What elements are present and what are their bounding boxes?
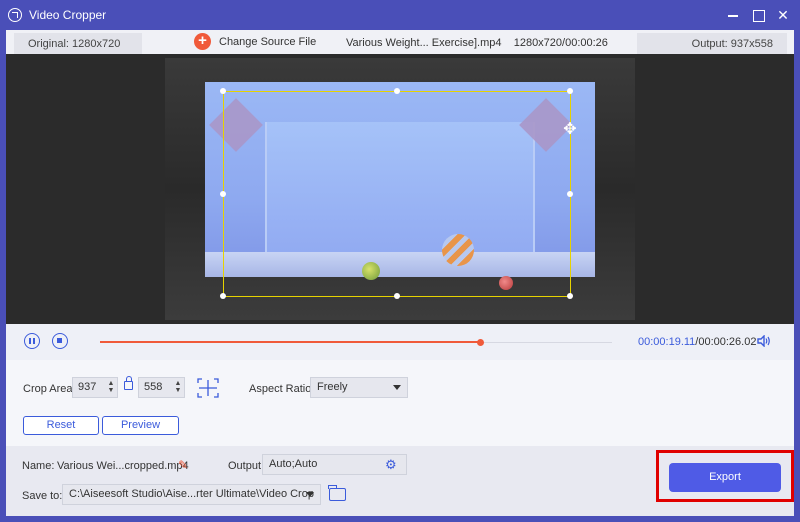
change-source-label: Change Source File: [219, 35, 317, 48]
minimize-button[interactable]: [724, 6, 742, 24]
volume-icon[interactable]: [757, 335, 771, 347]
name-label: Name:: [22, 460, 55, 472]
aspect-ratio-select[interactable]: Freely: [310, 377, 408, 398]
crop-width-value: 937: [78, 381, 97, 393]
gear-icon[interactable]: ⚙: [385, 458, 398, 471]
spin-up-icon[interactable]: ▲: [174, 380, 182, 387]
crop-handle-top-center[interactable]: [394, 88, 400, 94]
crop-handle-top-right[interactable]: [567, 88, 573, 94]
aspect-ratio-value: Freely: [317, 381, 348, 393]
playback-bar: 00:00:19.11/00:00:26.02: [6, 324, 794, 360]
output-label: Output:: [228, 460, 265, 472]
total-time: /00:00:26.02: [695, 336, 757, 348]
crop-handle-middle-left[interactable]: [220, 191, 226, 197]
crop-height-value: 558: [144, 381, 163, 393]
move-cursor-icon: ✥: [563, 121, 577, 138]
progress-knob[interactable]: [476, 339, 484, 346]
save-to-label: Save to:: [22, 490, 63, 502]
edit-name-icon[interactable]: ✎: [178, 459, 190, 471]
title-bar: Video Cropper ✕: [0, 0, 800, 30]
lock-icon[interactable]: [124, 376, 133, 390]
main-panel: Original: 1280x720 + Change Source File …: [6, 30, 794, 516]
original-resolution-label: Original: 1280x720: [14, 33, 142, 54]
aspect-ratio-label: Aspect Ratio:: [249, 383, 315, 395]
chevron-down-icon: [306, 492, 314, 497]
window-title: Video Cropper: [29, 8, 107, 22]
current-time: 00:00:19.11: [638, 336, 696, 348]
crop-height-stepper[interactable]: ▲ ▼: [174, 380, 182, 395]
time-readout: 00:00:19.11/00:00:26.02: [638, 336, 756, 348]
change-source-file-button[interactable]: + Change Source File: [194, 33, 316, 50]
reset-button[interactable]: Reset: [23, 416, 99, 435]
close-button[interactable]: ✕: [774, 6, 792, 24]
spin-down-icon[interactable]: ▼: [174, 387, 182, 394]
crop-height-input[interactable]: 558 ▲ ▼: [138, 377, 185, 398]
crop-width-stepper[interactable]: ▲ ▼: [107, 380, 115, 395]
spin-down-icon[interactable]: ▼: [107, 387, 115, 394]
output-format-field[interactable]: Auto;Auto ⚙: [262, 454, 407, 475]
stop-button[interactable]: [52, 333, 68, 349]
preview-button[interactable]: Preview: [102, 416, 179, 435]
crop-handle-bottom-right[interactable]: [567, 293, 573, 299]
save-path-value: C:\Aiseesoft Studio\Aise...rter Ultimate…: [69, 488, 314, 500]
maximize-button[interactable]: [749, 6, 767, 24]
pause-button[interactable]: [24, 333, 40, 349]
file-name-value: Various Wei...cropped.mp4: [57, 460, 189, 472]
file-info: Various Weight... Exercise].mp4 1280x720…: [346, 37, 608, 49]
chevron-down-icon: [393, 385, 401, 390]
plus-icon: +: [194, 33, 211, 50]
export-button[interactable]: Export: [669, 463, 781, 492]
output-section: Name: Various Wei...cropped.mp4 ✎ Output…: [6, 446, 794, 516]
progress-track[interactable]: [100, 339, 612, 346]
app-logo-icon: [8, 8, 22, 22]
save-path-select[interactable]: C:\Aiseesoft Studio\Aise...rter Ultimate…: [62, 484, 321, 505]
progress-fill: [100, 341, 480, 343]
output-format-value: Auto;Auto: [269, 458, 318, 470]
crop-settings: Crop Area: 937 ▲ ▼ 558 ▲ ▼ Aspect Ratio: F…: [6, 360, 794, 446]
center-crop-icon[interactable]: [196, 377, 220, 399]
info-bar: Original: 1280x720 + Change Source File …: [6, 30, 794, 54]
open-folder-icon[interactable]: [328, 485, 346, 501]
output-resolution-label: Output: 937x558: [637, 33, 787, 54]
crop-selection-box[interactable]: [220, 88, 573, 299]
crop-handle-bottom-center[interactable]: [394, 293, 400, 299]
crop-area-label: Crop Area:: [23, 383, 76, 395]
crop-handle-top-left[interactable]: [220, 88, 226, 94]
spin-up-icon[interactable]: ▲: [107, 380, 115, 387]
video-preview-area: ✥: [6, 54, 794, 324]
crop-handle-middle-right[interactable]: [567, 191, 573, 197]
crop-width-input[interactable]: 937 ▲ ▼: [72, 377, 118, 398]
crop-handle-bottom-left[interactable]: [220, 293, 226, 299]
